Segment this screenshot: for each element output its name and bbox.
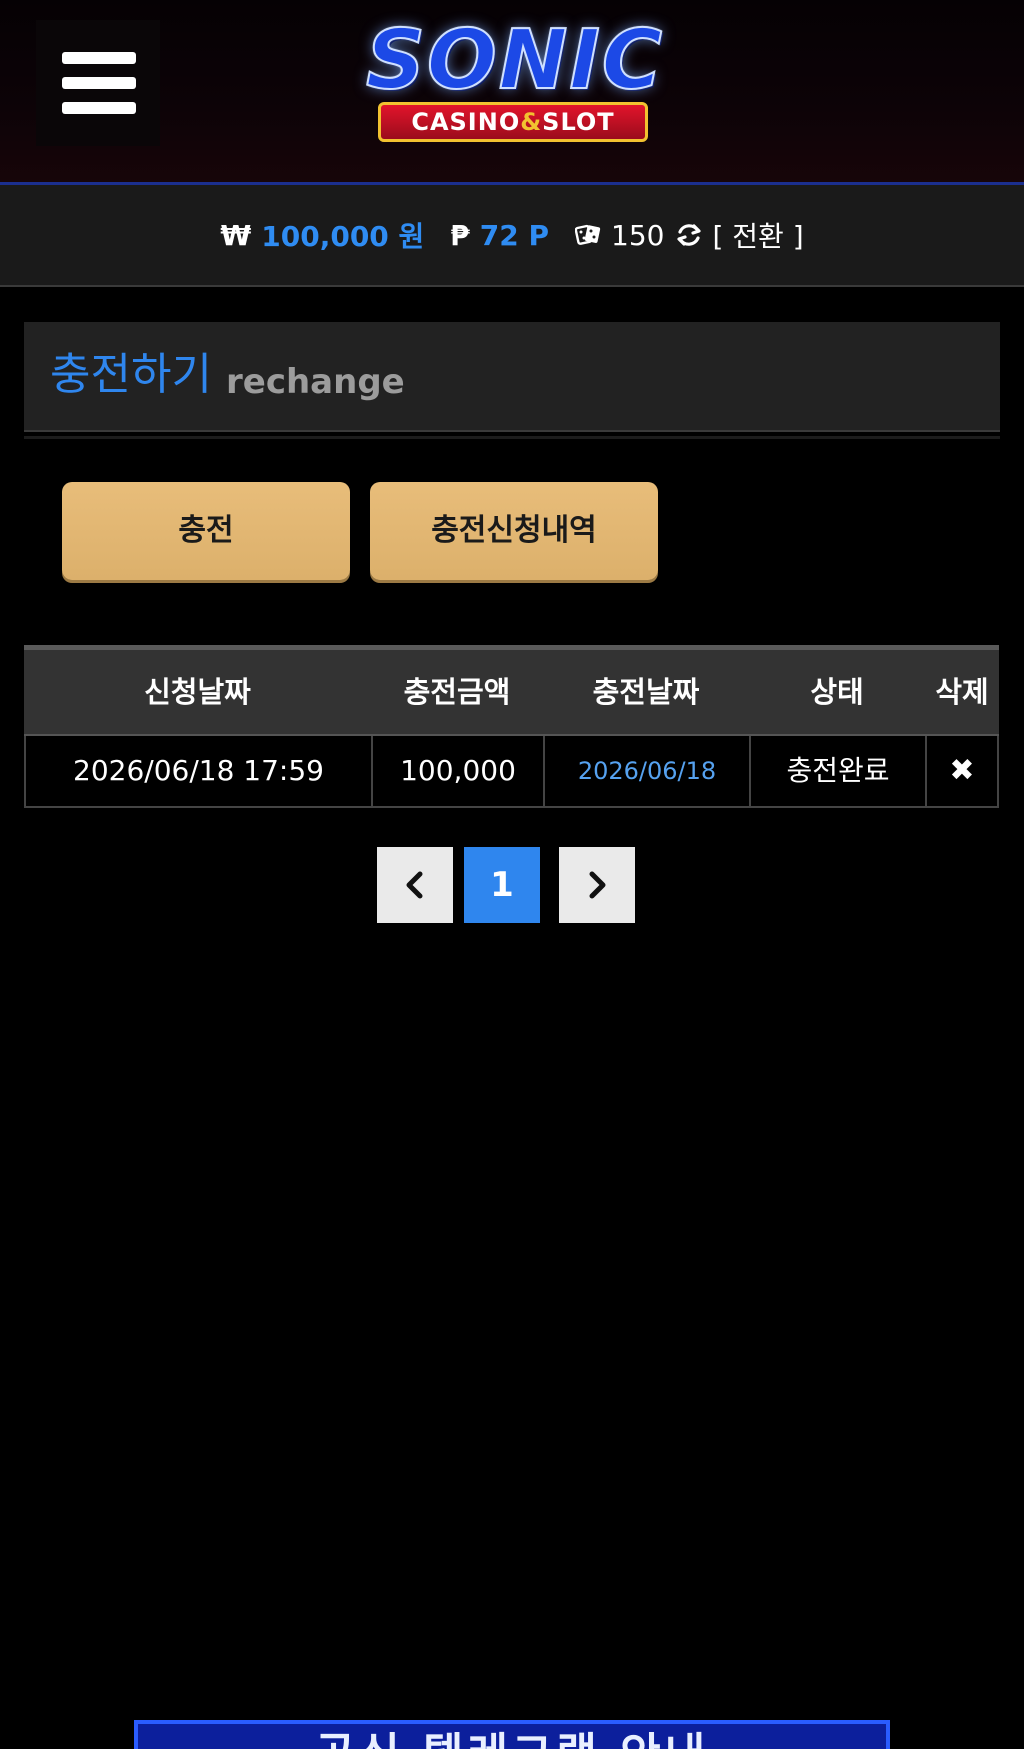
refresh-icon[interactable] [674, 220, 704, 250]
column-header-charge-date: 충전날짜 [592, 675, 700, 709]
pagination-next-button[interactable] [559, 847, 635, 923]
logo-subtitle: CASINO&SLOT [378, 102, 648, 142]
logo-subtitle-casino: CASINO [411, 108, 521, 136]
cell-status: 충전완료 [751, 736, 927, 806]
logo-subtitle-amp: & [520, 108, 543, 136]
cell-delete: ✖ [927, 736, 997, 806]
delete-icon[interactable]: ✖ [949, 753, 974, 788]
hamburger-menu-icon-bar [62, 77, 136, 89]
column-header-amount: 충전금액 [403, 675, 511, 709]
chevron-right-icon [589, 871, 606, 899]
page-title: 충전하기 [50, 349, 212, 400]
balance-bar: ₩ 100,000 원 ₱ 72 P 150 [ 전환 ] [0, 185, 1024, 287]
won-icon: ₩ [220, 218, 252, 252]
dice-icon [575, 224, 601, 245]
hamburger-menu-button[interactable] [36, 20, 160, 146]
charge-history-button[interactable]: 충전신청내역 [370, 482, 658, 580]
page: SONIC CASINO&SLOT ₩ 100,000 원 ₱ 72 P 150 [0, 0, 1024, 1749]
banner-text: 공식 텔레그램 안내 [138, 1724, 886, 1749]
charge-button[interactable]: 충전 [62, 482, 350, 580]
pagination-page-1[interactable]: 1 [464, 847, 540, 923]
telegram-banner[interactable]: 공식 텔레그램 안내 [134, 1720, 890, 1749]
pagination-prev-button[interactable] [377, 847, 453, 923]
column-header-delete: 삭제 [935, 675, 989, 709]
column-header-status: 상태 [810, 675, 864, 709]
cell-request-date: 2026/06/18 17:59 [26, 736, 373, 806]
money-balance: 100,000 원 [261, 220, 425, 253]
table-row: 2026/06/18 17:59 100,000 2026/06/18 충전완료… [24, 736, 999, 808]
column-header-request-date: 신청날짜 [144, 675, 251, 709]
logo-title: SONIC [365, 13, 665, 108]
charge-history-table: 신청날짜 충전금액 충전날짜 상태 삭제 2026/06/18 17:59 10… [24, 645, 999, 808]
logo-subtitle-slot: SLOT [542, 108, 615, 136]
chevron-left-icon [406, 871, 423, 899]
hamburger-menu-icon [62, 52, 136, 64]
table-header: 신청날짜 충전금액 충전날짜 상태 삭제 [24, 650, 999, 736]
page-subtitle: rechange [226, 362, 405, 402]
section-title-panel: 충전하기 rechange [24, 322, 1000, 432]
point-icon: ₱ [450, 218, 470, 252]
cell-charge-date: 2026/06/18 [545, 736, 751, 806]
header: SONIC CASINO&SLOT [0, 0, 1024, 185]
cell-amount: 100,000 [373, 736, 545, 806]
divider [24, 436, 1000, 439]
chips-balance: 150 [611, 218, 665, 252]
switch-link[interactable]: [ 전환 ] [712, 215, 803, 255]
site-logo[interactable]: SONIC CASINO&SLOT [322, 6, 706, 156]
hamburger-menu-icon-bar [62, 102, 136, 114]
point-balance: 72 P [479, 218, 550, 252]
